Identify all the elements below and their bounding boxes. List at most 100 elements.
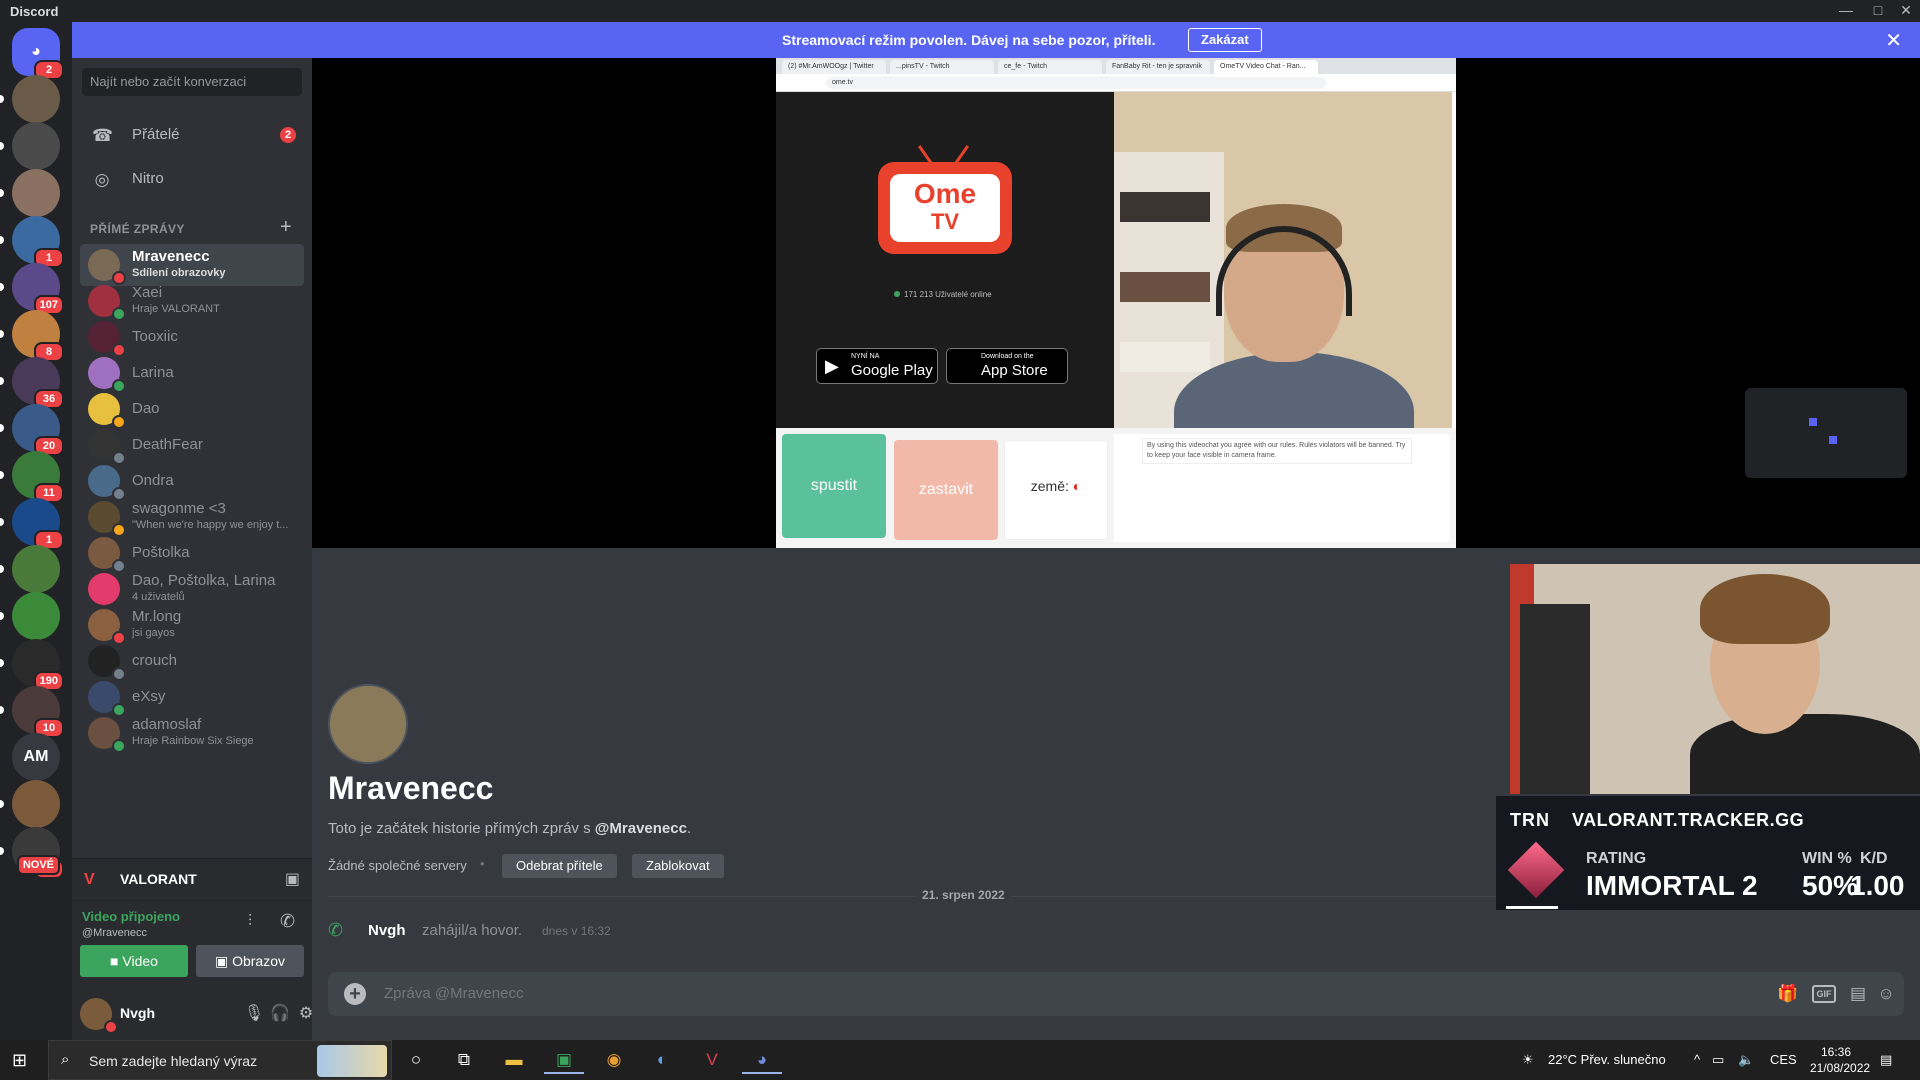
ometv-logo: Ome TV: [878, 145, 1012, 254]
task-view-icon[interactable]: ⧉: [444, 1046, 484, 1074]
remove-friend-button[interactable]: Odebrat přítele: [502, 854, 617, 878]
clock-time: 16:36: [1820, 1045, 1852, 1059]
server-icon[interactable]: [0, 545, 60, 593]
stream-viewer[interactable]: (2) #Mr.AmWOOgz | Twitter ...pinsTV - Twi…: [312, 58, 1920, 548]
disable-streamer-mode-button[interactable]: Zakázat: [1188, 28, 1262, 52]
valorant-taskbar-icon[interactable]: V: [692, 1046, 732, 1074]
search-input[interactable]: Najít nebo začít konverzaci: [82, 68, 302, 96]
dm-name: adamoslaf: [132, 716, 202, 733]
cortana-icon[interactable]: ○: [396, 1046, 436, 1074]
server-icon[interactable]: 1: [0, 216, 64, 268]
dm-subtitle: Hraje Rainbow Six Siege: [132, 735, 254, 747]
disconnect-icon[interactable]: ✆: [280, 911, 295, 932]
windows-start-icon[interactable]: ⊞: [12, 1050, 27, 1071]
server-icon[interactable]: 190: [0, 639, 64, 691]
browser-tab: FanBaby Rit - ten je spravnik: [1106, 60, 1210, 74]
minimize-button[interactable]: —: [1832, 0, 1860, 22]
call-author[interactable]: Nvgh: [368, 922, 406, 939]
sticker-icon[interactable]: ▤: [1846, 982, 1870, 1006]
maximize-button[interactable]: □: [1864, 0, 1892, 22]
dm-name: eXsy: [132, 688, 166, 705]
ometv-logo-top: Ome: [913, 178, 977, 209]
close-icon[interactable]: ✕: [1885, 28, 1902, 53]
dm-subtitle: "When we're happy we enjoy t...: [132, 519, 289, 531]
nav-nitro-label: Nitro: [132, 170, 164, 187]
server-icon[interactable]: 1: [0, 498, 64, 550]
block-button[interactable]: Zablokovat: [632, 854, 724, 878]
home-discord-icon[interactable]: ◕ 2: [12, 28, 64, 80]
server-icon[interactable]: 20: [0, 404, 64, 456]
message-input[interactable]: Zpráva @Mravenecc: [384, 985, 523, 1002]
app-icon[interactable]: ▣: [544, 1046, 584, 1074]
file-explorer-icon[interactable]: ▬: [494, 1046, 534, 1074]
server-icon[interactable]: [0, 592, 60, 640]
self-video-tile[interactable]: [1745, 388, 1907, 478]
gift-icon[interactable]: 🎁: [1776, 982, 1800, 1006]
server-icon[interactable]: 36: [0, 357, 64, 409]
voice-panel: V VALORANT ▣ Video připojeno @Mravenecc …: [72, 858, 312, 988]
network-icon[interactable]: ▭: [1712, 1052, 1724, 1068]
create-dm-icon[interactable]: +: [280, 216, 292, 239]
friends-badge: 2: [280, 127, 296, 143]
dm-status-dot: [112, 739, 126, 753]
dm-subtitle: Sdílení obrazovky: [132, 267, 226, 279]
server-icon[interactable]: 10: [0, 686, 64, 738]
server-icon[interactable]: [0, 780, 60, 828]
headphones-icon[interactable]: 🎧: [268, 1002, 292, 1026]
noise-suppression-icon[interactable]: ⫶: [248, 913, 252, 931]
intro-user: @Mravenecc: [594, 820, 687, 837]
attach-plus-icon[interactable]: +: [344, 983, 366, 1005]
as-big-text: App Store: [981, 362, 1048, 379]
browser-tab: ce_fe - Twitch: [998, 60, 1102, 74]
server-icon[interactable]: 8: [0, 310, 64, 362]
system-clock[interactable]: 16:36 21/08/2022: [1810, 1044, 1870, 1076]
video-button[interactable]: ■ Video: [80, 945, 188, 977]
server-icon[interactable]: 2NOVÉ: [0, 827, 64, 879]
message-composer[interactable]: + Zpráva @Mravenecc 🎁 GIF ▤ ☺: [328, 972, 1904, 1016]
app-store-badge: Download on the App Store: [946, 348, 1068, 384]
user-status-dot: [104, 1020, 118, 1034]
voice-channel: @Mravenecc: [82, 927, 147, 939]
server-icon[interactable]: [0, 169, 60, 217]
mutual-servers[interactable]: Žádné společné servery: [328, 858, 467, 873]
tracker-overlay: TRN VALORANT.TRACKER.GG RATING IMMORTAL …: [1496, 796, 1920, 910]
language-indicator[interactable]: CES: [1770, 1052, 1797, 1067]
close-window-button[interactable]: ✕: [1892, 0, 1920, 22]
discord-taskbar-icon[interactable]: ◕: [742, 1046, 782, 1074]
tray-chevron-icon[interactable]: ^: [1694, 1052, 1700, 1067]
browser-icon[interactable]: ◐: [642, 1046, 682, 1074]
server-icon[interactable]: 11: [0, 451, 64, 503]
taskbar-search-text: Sem zadejte hledaný výraz: [89, 1053, 258, 1069]
ometv-panel: Ome TV 171 213 Uživatelé online ▶ NYNÍ N…: [776, 92, 1114, 428]
microphone-icon[interactable]: 🎙: [242, 1002, 266, 1026]
dm-name: Dao, Poštolka, Larina: [132, 572, 276, 589]
volume-icon[interactable]: 🔈: [1738, 1052, 1754, 1068]
dm-name: Tooxiic: [132, 328, 178, 345]
dm-subtitle: Hraje VALORANT: [132, 303, 220, 315]
weather-icon: ☀: [1522, 1052, 1534, 1067]
gif-button[interactable]: GIF: [1812, 985, 1836, 1003]
weather-text[interactable]: 22°C Přev. slunečno: [1548, 1052, 1666, 1067]
dm-item[interactable]: adamoslaf Hraje Rainbow Six Siege: [80, 712, 304, 754]
server-icon[interactable]: [0, 75, 60, 123]
new-badge: NOVÉ: [16, 855, 60, 875]
server-icon[interactable]: AM: [12, 733, 60, 781]
go-live-icon[interactable]: ▣: [285, 869, 300, 889]
server-icon[interactable]: [0, 122, 60, 170]
dm-name: Mr.long: [132, 608, 182, 625]
notifications-icon[interactable]: ▤: [1880, 1052, 1892, 1068]
nav-nitro[interactable]: ◎ Nitro: [80, 158, 304, 200]
browser-url: ome.tv: [826, 77, 1326, 89]
chrome-icon[interactable]: ◉: [594, 1046, 634, 1074]
google-play-badge: ▶ NYNÍ NA Google Play: [816, 348, 938, 384]
rank-icon: [1507, 841, 1565, 899]
taskbar-search[interactable]: ⌕ Sem zadejte hledaný výraz: [48, 1040, 392, 1080]
voice-status[interactable]: Video připojeno: [82, 909, 180, 924]
app-title: Discord: [10, 4, 59, 19]
dm-avatar: [88, 573, 120, 605]
screen-share-button[interactable]: ▣ Obrazov: [196, 945, 304, 977]
emoji-icon[interactable]: ☺: [1874, 982, 1898, 1006]
server-icon[interactable]: 107: [0, 263, 64, 315]
nav-friends[interactable]: ☎ Přátelé 2: [80, 114, 304, 156]
profile-avatar[interactable]: [328, 684, 408, 764]
